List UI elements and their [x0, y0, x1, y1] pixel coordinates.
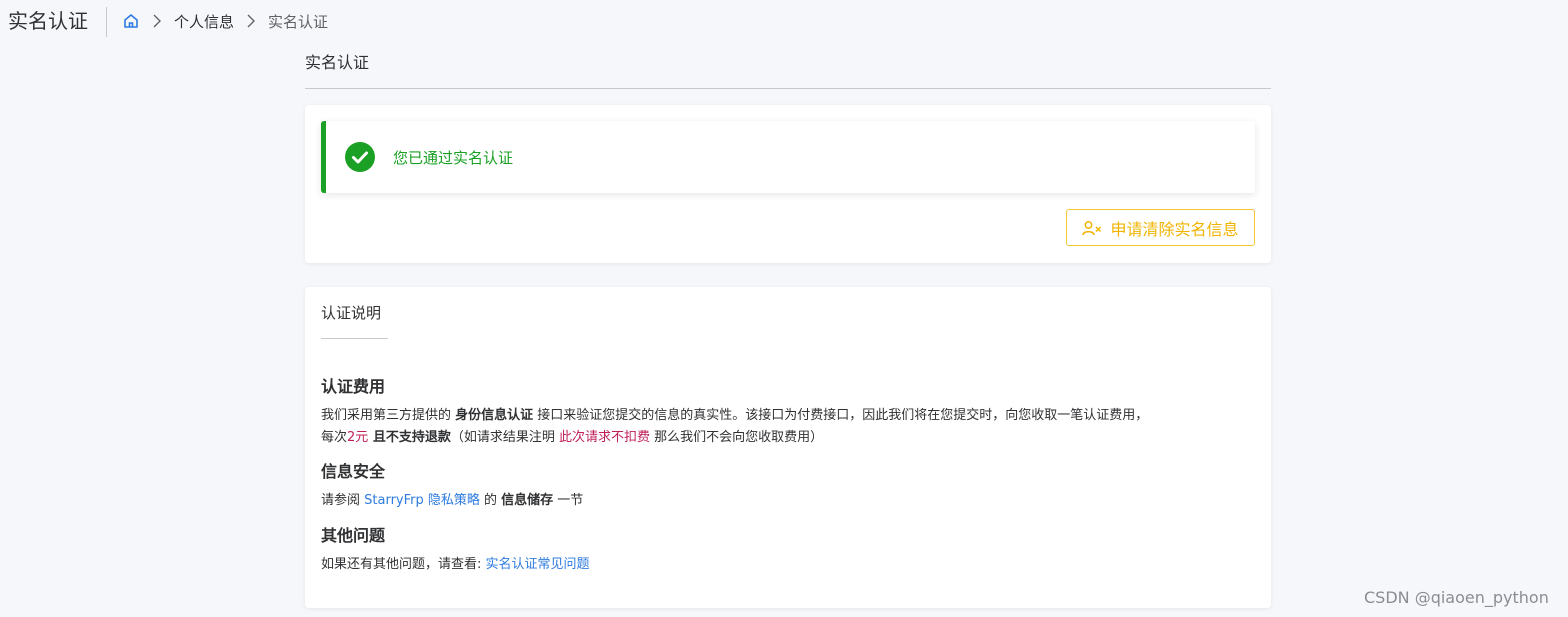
- fee-paragraph-line1: 我们采用第三方提供的 身份信息认证 接口来验证您提交的信息的真实性。该接口为付费…: [321, 406, 1148, 426]
- fee-paragraph-line2: 每次2元 且不支持退款（如请求结果注明 此次请求不扣费 那么我们不会向您收取费用…: [321, 428, 823, 448]
- fee-no-charge-note: 此次请求不扣费: [558, 430, 650, 445]
- section-divider: [305, 88, 1271, 89]
- fee-text-each: 每次: [321, 430, 348, 445]
- chevron-right-icon: [150, 14, 164, 28]
- info-tab-underline: [321, 338, 388, 339]
- watermark: CSDN @qiaoen_python: [1364, 588, 1549, 607]
- user-remove-icon: [1082, 220, 1102, 236]
- fee-text-a: 我们采用第三方提供的: [321, 408, 456, 423]
- clear-button-label: 申请清除实名信息: [1110, 219, 1239, 239]
- fee-no-refund: 且不支持退款: [368, 430, 451, 445]
- top-header: 实名认证 个人信息 实名认证: [0, 0, 1568, 44]
- status-card: 您已通过实名认证 申请清除实名信息: [305, 105, 1271, 263]
- home-icon[interactable]: [122, 12, 140, 30]
- other-paragraph: 如果还有其他问题，请查看: 实名认证常见问题: [321, 555, 590, 575]
- section-title: 实名认证: [305, 53, 370, 72]
- breadcrumb-item-profile[interactable]: 个人信息: [174, 11, 234, 32]
- chevron-right-icon: [244, 14, 258, 28]
- fee-text-note-a: （如请求结果注明: [450, 430, 559, 445]
- clear-realname-button[interactable]: 申请清除实名信息: [1066, 209, 1255, 246]
- security-paragraph: 请参阅 StarryFrp 隐私策略 的 信息储存 一节: [321, 491, 583, 511]
- info-tab-title: 认证说明: [321, 304, 382, 322]
- security-text-b: 的: [479, 493, 502, 508]
- header-divider: [106, 7, 107, 37]
- security-text-d: 一节: [553, 493, 584, 508]
- success-alert: 您已通过实名认证: [321, 121, 1255, 193]
- other-text-a: 如果还有其他问题，请查看:: [321, 557, 486, 572]
- page-title: 实名认证: [8, 9, 88, 33]
- fee-text-c: 接口来验证您提交的信息的真实性。该接口为付费接口，因此我们将在您提交时，向您收取…: [533, 408, 1149, 423]
- info-card: 认证说明 认证费用 我们采用第三方提供的 身份信息认证 接口来验证您提交的信息的…: [305, 287, 1271, 608]
- fee-text-bold: 身份信息认证: [455, 408, 534, 423]
- breadcrumb-item-current: 实名认证: [268, 12, 329, 31]
- breadcrumb: 个人信息 实名认证: [122, 10, 328, 32]
- faq-link[interactable]: 实名认证常见问题: [486, 557, 590, 572]
- security-text-a: 请参阅: [321, 493, 365, 508]
- check-circle-icon: [345, 142, 375, 172]
- fee-heading: 认证费用: [321, 377, 386, 396]
- privacy-policy-link[interactable]: StarryFrp 隐私策略: [364, 493, 480, 508]
- fee-text-note-b: 那么我们不会向您收取费用）: [649, 430, 824, 445]
- fee-price: 2元: [347, 430, 369, 445]
- other-heading: 其他问题: [321, 526, 386, 545]
- security-text-bold: 信息储存: [501, 493, 554, 508]
- success-message: 您已通过实名认证: [393, 148, 514, 167]
- security-heading: 信息安全: [321, 462, 386, 481]
